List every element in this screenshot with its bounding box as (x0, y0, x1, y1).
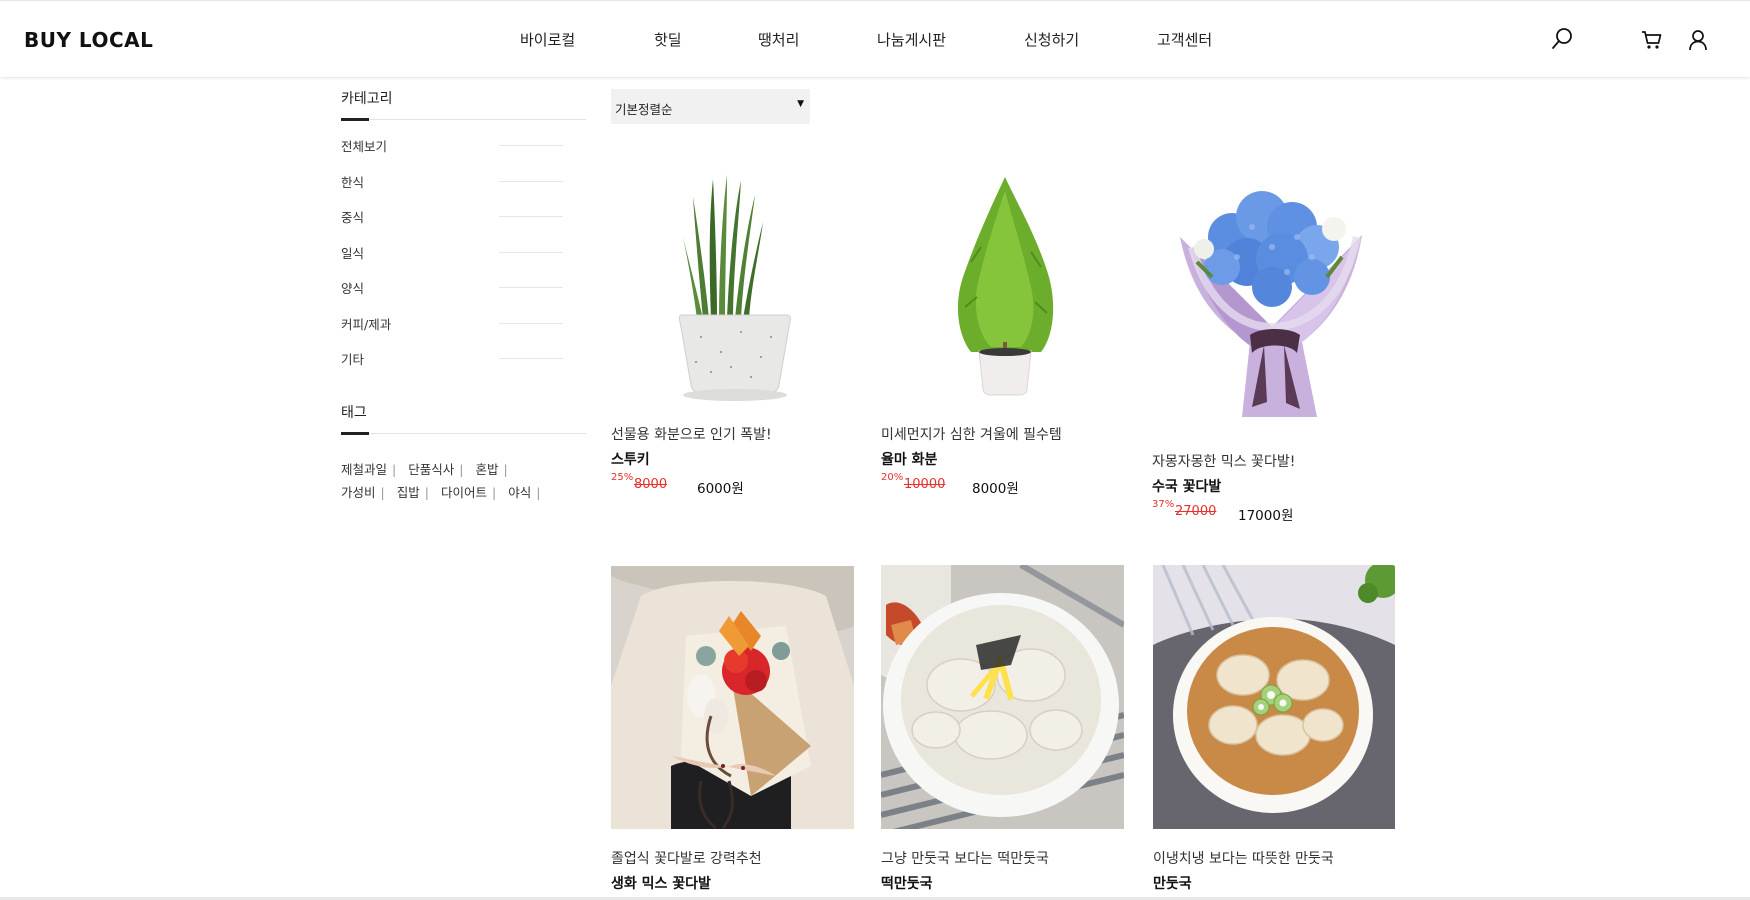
tag-separator: | (392, 461, 397, 477)
divider (499, 287, 563, 288)
divider (499, 216, 563, 217)
category-label[interactable]: 중식 (341, 210, 364, 225)
category-item[interactable]: 한식 (341, 172, 586, 208)
product-name[interactable]: 떡만둣국 (881, 873, 1124, 893)
category-label[interactable]: 전체보기 (341, 139, 387, 154)
product-card[interactable]: 이냉치냉 보다는 따뜻한 만둣국 만둣국 (1153, 848, 1396, 893)
product-price: 25% 8000 6000원 (611, 472, 854, 497)
category-label[interactable]: 한식 (341, 175, 364, 190)
category-label[interactable]: 커피/제과 (341, 317, 391, 332)
tag-link[interactable]: 혼밥 (475, 462, 498, 477)
category-item[interactable]: 일식 (341, 243, 586, 279)
tag-row: 제철과일 | 단품식사 | 혼밥 | (341, 458, 581, 481)
category-item[interactable]: 커피/제과 (341, 314, 586, 350)
product-image-potted-plant-goldcrest[interactable] (881, 167, 1124, 407)
nav-item-clearance[interactable]: 땡처리 (758, 29, 799, 50)
product-subtitle: 미세먼지가 심한 겨울에 필수템 (881, 427, 1062, 443)
nav-item-apply[interactable]: 신청하기 (1024, 29, 1079, 50)
nav-item-support[interactable]: 고객센터 (1157, 29, 1212, 50)
tag-link[interactable]: 제철과일 (341, 462, 387, 477)
divider (499, 322, 563, 324)
tag-link[interactable]: 단품식사 (408, 462, 454, 477)
product-card[interactable]: 미세먼지가 심한 겨울에 필수템 율마 화분 20% 10000 8000원 (881, 424, 1124, 497)
tag-row: 가성비 | 집밥 | 다이어트 | 야식 | (341, 481, 581, 504)
category-item[interactable]: 전체보기 (341, 136, 586, 172)
cart-icon[interactable] (1641, 30, 1663, 50)
product-subtitle: 졸업식 꽃다발로 강력추천 (611, 851, 762, 867)
product-subtitle: 선물용 화분으로 인기 폭발! (611, 427, 772, 443)
tag-separator: | (503, 461, 508, 477)
product-name[interactable]: 율마 화분 (881, 449, 1124, 469)
tag-link[interactable]: 집밥 (397, 485, 420, 500)
product-image-hydrangea-bouquet[interactable] (1152, 177, 1395, 422)
tag-separator: | (424, 484, 429, 500)
category-title-text: 카테고리 (341, 91, 393, 107)
product-card[interactable]: 그냥 만둣국 보다는 떡만둣국 떡만둣국 (881, 848, 1124, 893)
category-item[interactable]: 양식 (341, 278, 586, 314)
category-item[interactable]: 중식 (341, 207, 586, 243)
sale-price: 6000원 (697, 481, 744, 497)
product-card[interactable]: 졸업식 꽃다발로 강력추천 생화 믹스 꽃다발 (611, 848, 854, 893)
sort-select[interactable]: 기본정렬순 ▼ (611, 89, 810, 124)
tag-separator: | (536, 484, 541, 500)
main-nav: 바이로컬 핫딜 땡처리 나눔게시판 신청하기 고객센터 (0, 29, 1750, 51)
product-image-rice-cake-dumpling-soup[interactable] (881, 565, 1124, 829)
product-image-dumpling-soup[interactable] (1153, 565, 1395, 829)
user-icon[interactable] (1688, 29, 1708, 51)
search-icon[interactable] (1551, 27, 1575, 51)
product-name[interactable]: 생화 믹스 꽃다발 (611, 873, 854, 893)
product-image-potted-plant-stucky[interactable] (611, 167, 854, 407)
category-section-title: 카테고리 (341, 77, 586, 121)
site-header: BUY LOCAL 바이로컬 핫딜 땡처리 나눔게시판 신청하기 고객센터 (0, 0, 1750, 77)
nav-item-hotdeal[interactable]: 핫딜 (654, 29, 682, 50)
original-price: 8000 (634, 477, 668, 492)
category-label[interactable]: 기타 (341, 352, 364, 367)
divider (499, 251, 563, 253)
discount-rate: 37% (1152, 499, 1175, 510)
product-subtitle: 이냉치냉 보다는 따뜻한 만둣국 (1153, 851, 1334, 867)
category-label[interactable]: 양식 (341, 281, 364, 296)
product-name[interactable]: 스투키 (611, 449, 854, 469)
sale-price: 17000원 (1238, 508, 1294, 524)
tag-separator: | (459, 461, 464, 477)
category-item[interactable]: 기타 (341, 349, 586, 385)
caret-down-icon: ▼ (797, 99, 804, 109)
sort-selected-label: 기본정렬순 (615, 102, 673, 117)
divider (499, 180, 563, 182)
product-card[interactable]: 선물용 화분으로 인기 폭발! 스투키 25% 8000 6000원 (611, 424, 854, 497)
tag-title-text: 태그 (341, 404, 367, 421)
divider (499, 145, 563, 146)
tag-link[interactable]: 다이어트 (441, 485, 487, 500)
tag-section-title: 태그 (341, 391, 586, 435)
product-price: 20% 10000 8000원 (881, 472, 1124, 497)
product-subtitle: 그냥 만둣국 보다는 떡만둣국 (881, 851, 1049, 867)
discount-rate: 25% (611, 472, 634, 483)
tag-cloud: 제철과일 | 단품식사 | 혼밥 | 가성비 | 집밥 | 다이어트 | 야식 | (341, 458, 581, 504)
original-price: 10000 (904, 477, 946, 492)
product-subtitle: 자몽자몽한 믹스 꽃다발! (1152, 454, 1296, 470)
nav-item-buylocal[interactable]: 바이로컬 (520, 29, 575, 50)
sale-price: 8000원 (972, 481, 1019, 497)
divider (499, 358, 563, 359)
title-underline (341, 431, 369, 435)
discount-rate: 20% (881, 472, 904, 483)
category-list: 전체보기 한식 중식 일식 양식 커피/제과 기타 (341, 136, 586, 385)
tag-link[interactable]: 야식 (508, 485, 531, 500)
tag-separator: | (491, 484, 497, 500)
product-price: 37% 27000 17000원 (1152, 499, 1395, 524)
product-image-mixed-flower-bouquet[interactable] (611, 566, 854, 829)
tag-link[interactable]: 가성비 (341, 485, 376, 500)
product-card[interactable]: 자몽자몽한 믹스 꽃다발! 수국 꽃다발 37% 27000 17000원 (1152, 451, 1395, 524)
tag-separator: | (380, 484, 385, 500)
nav-item-share-board[interactable]: 나눔게시판 (877, 29, 946, 50)
category-label[interactable]: 일식 (341, 246, 364, 261)
sidebar: 카테고리 전체보기 한식 중식 일식 양식 커피/제과 기타 태그 제철과일 | 단… (341, 77, 586, 504)
product-name[interactable]: 만둣국 (1153, 873, 1396, 893)
product-name[interactable]: 수국 꽃다발 (1152, 476, 1395, 496)
original-price: 27000 (1175, 504, 1217, 519)
title-underline (341, 118, 369, 121)
